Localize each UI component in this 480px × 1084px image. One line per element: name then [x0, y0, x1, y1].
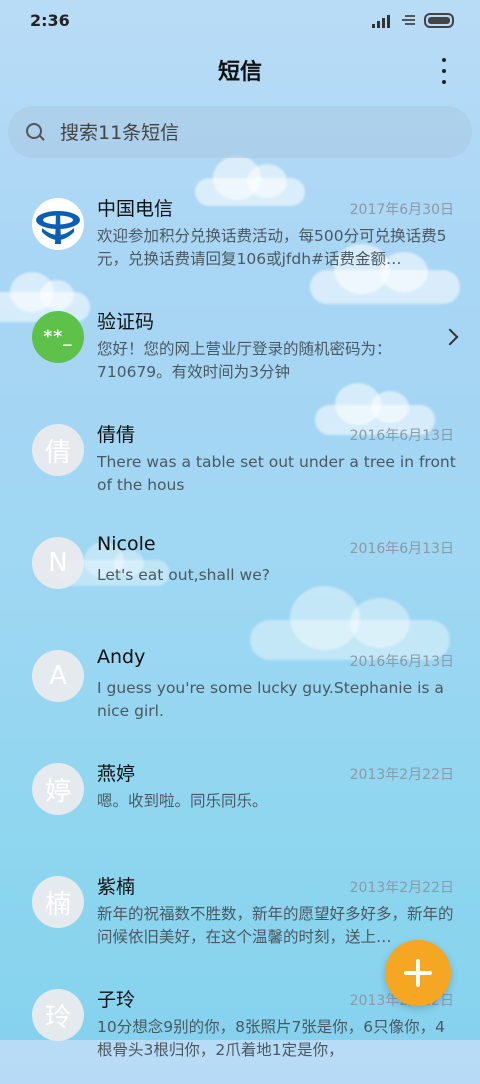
avatar: 婷 — [32, 763, 84, 815]
message-preview: Let's eat out,shall we? — [97, 566, 270, 584]
search-input[interactable] — [58, 106, 462, 160]
message-preview: 新年的祝福数不胜数，新年的愿望好多好多，新年的问候依旧美好，在这个温馨的时刻，送… — [97, 905, 454, 946]
avatar: N — [32, 537, 84, 589]
more-vertical-icon[interactable] — [434, 58, 454, 84]
wifi-icon — [399, 14, 415, 28]
contact-name: 验证码 — [97, 311, 155, 333]
avatar: 玲 — [32, 989, 84, 1041]
contact-name: 紫楠 — [97, 876, 136, 898]
signal-icon — [372, 14, 390, 28]
message-preview: 嗯。收到啦。同乐同乐。 — [97, 792, 268, 810]
message-date: 2016年6月13日 — [349, 541, 454, 557]
message-date: 2013年2月22日 — [349, 880, 454, 896]
contact-name: 倩倩 — [97, 424, 136, 446]
status-bar: 2:36 — [0, 0, 480, 44]
contact-name: Andy — [97, 646, 146, 668]
conversation-item[interactable]: 倩 倩倩 2016年6月13日 There was a table set ou… — [0, 406, 480, 519]
conversation-item[interactable]: 婷 燕婷 2013年2月22日 嗯。收到啦。同乐同乐。 — [0, 745, 480, 858]
message-date: 2013年2月22日 — [349, 767, 454, 783]
avatar: 倩 — [32, 424, 84, 476]
contact-name: 子玲 — [97, 989, 136, 1011]
verification-code-avatar: **_ — [32, 311, 84, 363]
conversation-item[interactable]: **_ 验证码 您好！您的网上营业厅登录的随机密码为：710679。有效时间为3… — [0, 293, 480, 406]
contact-name: 中国电信 — [97, 198, 174, 220]
status-icons — [372, 13, 454, 28]
search-bar[interactable] — [8, 106, 472, 160]
message-date: 2016年6月13日 — [349, 654, 454, 670]
search-icon — [26, 123, 42, 139]
contact-name: Nicole — [97, 533, 156, 555]
battery-icon — [424, 13, 454, 28]
conversation-item[interactable]: 中国电信 2017年6月30日 欢迎参加积分兑换话费活动，每500分可兑换话费5… — [0, 180, 480, 293]
message-preview: There was a table set out under a tree i… — [97, 453, 456, 494]
new-message-button[interactable] — [385, 940, 451, 1006]
message-preview: 欢迎参加积分兑换话费活动，每500分可兑换话费5元，兑换话费请回复106或jfd… — [97, 227, 447, 268]
conversation-item[interactable]: A Andy 2016年6月13日 I guess you're some lu… — [0, 632, 480, 745]
message-date: 2016年6月13日 — [349, 428, 454, 444]
message-date: 2017年6月30日 — [349, 202, 454, 218]
message-preview: 10分想念9别的你，8张照片7张是你，6只像你，4根骨头3根归你，2爪着地1定是… — [97, 1018, 446, 1059]
avatar: A — [32, 650, 84, 702]
china-telecom-logo-icon — [32, 198, 84, 250]
conversation-item[interactable]: N Nicole 2016年6月13日 Let's eat out,shall … — [0, 519, 480, 632]
contact-name: 燕婷 — [97, 763, 136, 785]
message-preview: I guess you're some lucky guy.Stephanie … — [97, 679, 444, 720]
message-preview: 您好！您的网上营业厅登录的随机密码为：710679。有效时间为3分钟 — [97, 340, 392, 381]
app-header: 短信 — [0, 50, 480, 90]
avatar: 楠 — [32, 876, 84, 928]
page-title: 短信 — [217, 60, 262, 85]
status-time: 2:36 — [30, 11, 70, 30]
